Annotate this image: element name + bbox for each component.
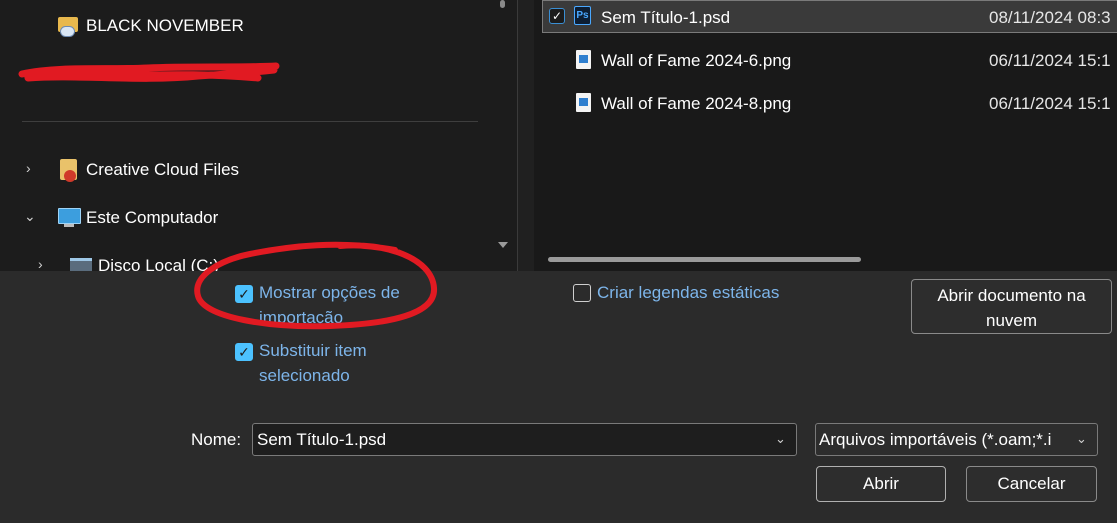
file-name[interactable]: Wall of Fame 2024-6.png [601, 51, 791, 71]
file-name[interactable]: Wall of Fame 2024-8.png [601, 94, 791, 114]
chevron-down-icon[interactable]: ⌄ [775, 431, 786, 447]
annotation-circle [194, 241, 437, 330]
cancel-button[interactable]: Cancelar [966, 466, 1097, 502]
static-captions-label[interactable]: Criar legendas estáticas [597, 280, 787, 305]
filename-value[interactable]: Sem Título-1.psd [257, 430, 386, 450]
creative-cloud-badge-icon [64, 170, 76, 182]
file-list-pane [534, 0, 1117, 271]
navigation-pane [0, 0, 518, 271]
expand-chevron-icon[interactable]: › [38, 256, 43, 272]
file-date: 08/11/2024 08:3 [989, 8, 1111, 27]
cloud-sync-icon [60, 26, 75, 37]
image-file-icon-detail [579, 98, 588, 106]
file-type-value[interactable]: Arquivos importáveis (*.oam;*.i [819, 430, 1074, 450]
scroll-down-arrow-icon[interactable] [498, 242, 508, 248]
open-cloud-document-button[interactable]: Abrir documento na nuvem [911, 279, 1112, 334]
file-select-checkbox[interactable]: ✓ [549, 8, 565, 24]
image-file-icon-detail [579, 55, 588, 63]
chevron-down-icon[interactable]: ⌄ [1076, 431, 1087, 447]
nav-item-black-november[interactable]: BLACK NOVEMBER [86, 16, 244, 36]
nav-item-este-computador[interactable]: Este Computador [86, 208, 218, 228]
collapse-chevron-icon[interactable]: ⌄ [24, 208, 36, 225]
filename-label: Nome: [191, 430, 242, 449]
navigation-scrollbar-thumb[interactable] [500, 0, 505, 8]
nav-separator [22, 121, 478, 122]
photoshop-file-icon: Ps [574, 6, 591, 25]
file-date: 06/11/2024 15:1 [989, 94, 1111, 113]
open-button[interactable]: Abrir [816, 466, 946, 502]
static-captions-checkbox[interactable] [573, 284, 591, 302]
computer-stand-icon [64, 224, 74, 227]
replace-selected-checkbox[interactable]: ✓ [235, 343, 253, 361]
computer-icon [58, 208, 81, 224]
pane-divider[interactable] [517, 0, 518, 271]
nav-item-creative-cloud-files[interactable]: Creative Cloud Files [86, 160, 239, 180]
expand-chevron-icon[interactable]: › [26, 160, 31, 176]
file-date: 06/11/2024 15:1 [989, 51, 1111, 70]
replace-selected-label[interactable]: Substituir item selecionado [259, 338, 449, 388]
drive-icon [70, 258, 92, 272]
redaction-scribble [18, 62, 280, 82]
file-name[interactable]: Sem Título-1.psd [601, 8, 730, 28]
file-list-horizontal-scrollbar[interactable] [548, 257, 861, 262]
